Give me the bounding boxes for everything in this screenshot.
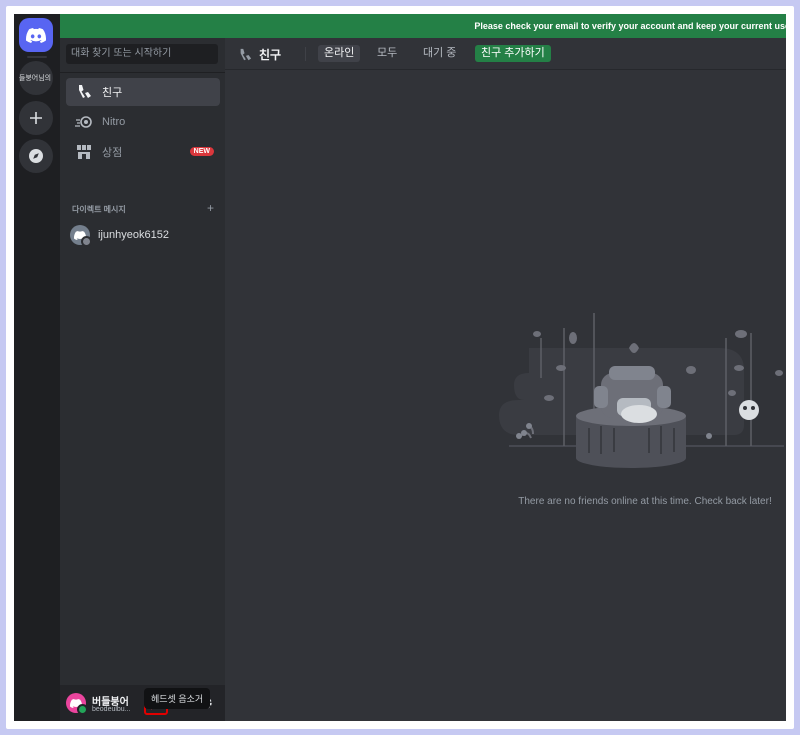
- verify-banner: Please check your email to verify your a…: [60, 14, 786, 38]
- status-dot: [81, 236, 92, 247]
- compass-icon: [29, 149, 43, 163]
- guild-label: 버들붕어님의 서: [19, 75, 53, 82]
- dm-header: 다이렉트 메시지 +: [72, 201, 214, 215]
- friends-icon: [238, 48, 252, 62]
- add-friend-button[interactable]: 친구 추가하기: [475, 45, 551, 62]
- topbar-divider: [305, 47, 306, 61]
- avatar: [70, 225, 92, 247]
- headset-mute-tooltip: 헤드셋 음소거: [144, 688, 211, 709]
- empty-state-text: There are no friends online at this time…: [518, 496, 772, 507]
- shop-icon: [74, 143, 94, 161]
- tab-online[interactable]: 온라인: [318, 45, 361, 62]
- discord-logo-icon: [26, 27, 46, 43]
- nitro-icon: [74, 113, 94, 131]
- create-dm-button[interactable]: +: [207, 201, 214, 215]
- page-title: 친구: [238, 46, 281, 63]
- search-input[interactable]: 대화 찾기 또는 시작하기: [66, 44, 218, 64]
- friends-topbar: 친구 온라인 모두 대기 중 친구 추가하기: [225, 38, 786, 70]
- sidebar-item-label: 친구: [102, 87, 123, 99]
- dm-sidebar: 대화 찾기 또는 시작하기 친구 Nitro 상점 NEW 다이렉트 메시지 +: [60, 38, 225, 721]
- plus-icon: [30, 112, 42, 124]
- sidebar-divider: [60, 72, 225, 73]
- sidebar-item-label: Nitro: [102, 116, 126, 128]
- explore-button[interactable]: [19, 139, 53, 173]
- rail-separator: [27, 56, 47, 58]
- sidebar-item-label: 상점: [102, 147, 123, 159]
- dm-header-label: 다이렉트 메시지: [72, 205, 126, 214]
- home-button[interactable]: [19, 18, 53, 52]
- server-rail: 버들붕어님의 서: [14, 14, 60, 721]
- server-guild[interactable]: 버들붕어님의 서: [19, 61, 53, 95]
- sidebar-item-shop[interactable]: 상점 NEW: [66, 138, 220, 166]
- online-status-dot: [77, 704, 88, 715]
- friends-empty-state: There are no friends online at this time…: [225, 70, 786, 721]
- dm-list-item[interactable]: ijunhyeok6152: [66, 221, 220, 249]
- friends-icon: [74, 83, 94, 101]
- dm-user-name: ijunhyeok6152: [98, 229, 169, 241]
- sidebar-item-friends[interactable]: 친구: [66, 78, 220, 106]
- sidebar-item-nitro[interactable]: Nitro: [66, 108, 220, 136]
- user-tag: beodeulbu...: [92, 706, 131, 713]
- wumpus-sleeping-illustration: [499, 313, 784, 468]
- user-avatar[interactable]: [66, 693, 88, 715]
- new-badge: NEW: [189, 147, 214, 156]
- discord-window: 버들붕어님의 서 Please check your email to veri…: [14, 14, 786, 721]
- add-server-button[interactable]: [19, 101, 53, 135]
- page-title-label: 친구: [259, 48, 282, 62]
- tab-all[interactable]: 모두: [371, 45, 403, 62]
- banner-text: Please check your email to verify your a…: [474, 21, 786, 31]
- tab-pending[interactable]: 대기 중: [417, 45, 462, 62]
